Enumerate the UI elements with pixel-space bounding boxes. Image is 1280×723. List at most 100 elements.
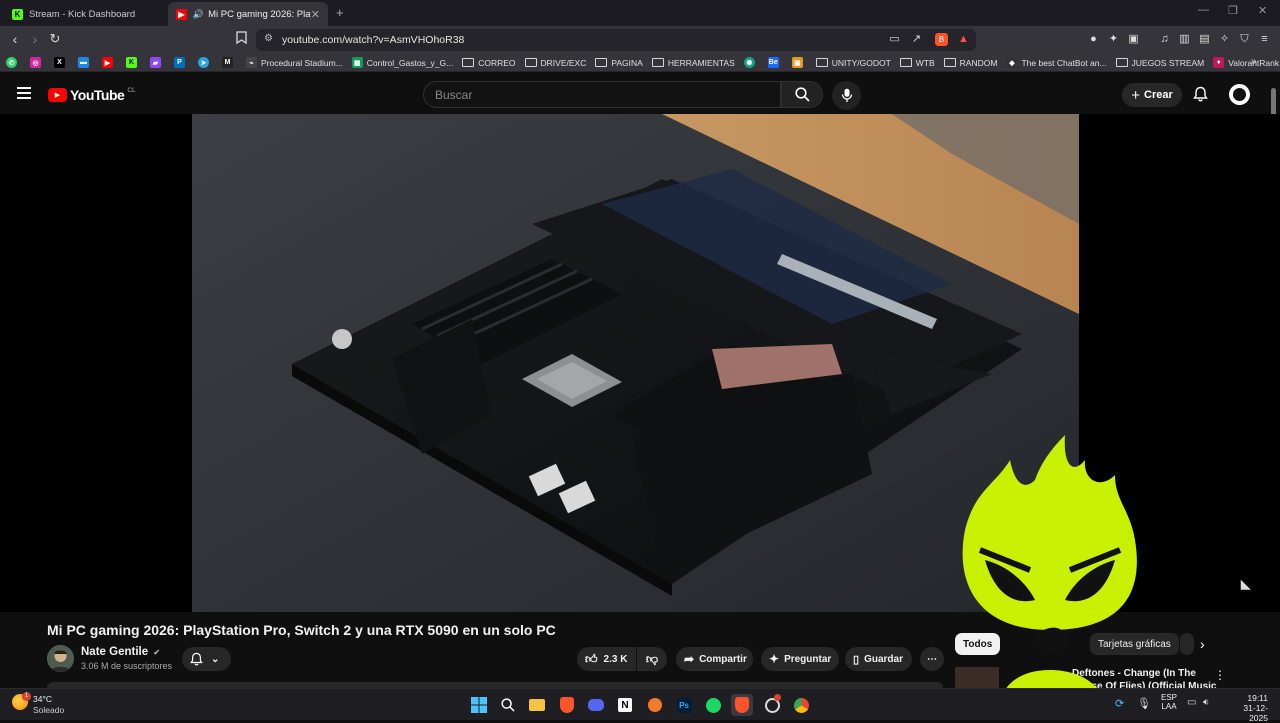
share-icon[interactable]: ↗	[910, 33, 923, 46]
notifications-button[interactable]	[1193, 86, 1208, 107]
address-bar[interactable]: ⚙ youtube.com/watch?v=AsmVHOhoR38	[256, 29, 976, 51]
sidebar-icon[interactable]: ▥	[1178, 33, 1191, 46]
tab-label: Mi PC gaming 2026: PlayStati	[208, 8, 311, 20]
maximize-button[interactable]: ❐	[1228, 4, 1238, 17]
photoshop-icon[interactable]: Ps	[673, 694, 695, 716]
youtube-bookmark-icon[interactable]: ▶	[102, 57, 117, 68]
share-button[interactable]: ➦ Compartir	[676, 647, 753, 671]
obs-icon[interactable]	[761, 694, 783, 716]
tab-youtube-video[interactable]: ▶ 🔊 Mi PC gaming 2026: PlayStati ✕	[168, 2, 328, 26]
kick-bookmark-icon[interactable]: K	[126, 57, 141, 68]
bookmark-valorantrank[interactable]: ♦ValorantRank.Chat	[1213, 57, 1280, 68]
bookmark-random[interactable]: RANDOM	[943, 58, 997, 68]
video-frame[interactable]	[192, 114, 1079, 612]
more-actions-button[interactable]: ⋯	[920, 647, 944, 671]
box-icon[interactable]: ▣	[791, 57, 807, 68]
gmail-icon[interactable]: M	[222, 57, 237, 68]
chatgpt-bookmark-icon[interactable]: ✺	[743, 57, 759, 68]
bookmark-correo[interactable]: CORREO	[462, 58, 516, 68]
menu-icon[interactable]: ≡	[1258, 33, 1271, 46]
brave-active-icon[interactable]	[731, 694, 753, 716]
close-window-button[interactable]: ✕	[1258, 4, 1267, 17]
screenshot-icon[interactable]: ▣	[1127, 33, 1140, 46]
spotify-icon[interactable]	[702, 694, 724, 716]
x-icon[interactable]: X	[54, 57, 69, 68]
wallet-icon[interactable]: ▤	[1198, 33, 1211, 46]
procedural-icon: ⌁	[246, 57, 257, 68]
region-code: CL	[127, 86, 136, 94]
create-button[interactable]: + Crear	[1122, 83, 1182, 107]
weather-temperature[interactable]: 34°C	[33, 694, 52, 704]
mail-icon[interactable]: ▬	[78, 57, 93, 68]
search-input[interactable]: Buscar	[423, 81, 781, 108]
bookmark-procedural-stadium[interactable]: ⌁ Procedural Stadium...	[246, 57, 343, 68]
blender-icon[interactable]	[644, 694, 666, 716]
brave-shields-icon[interactable]: B	[935, 33, 948, 46]
forward-button[interactable]: ›	[26, 31, 44, 47]
language-indicator[interactable]: ESP LAA	[1161, 693, 1177, 711]
voice-search-button[interactable]	[832, 81, 861, 110]
media-icon[interactable]: ♫	[1158, 33, 1171, 46]
bookmark-unity-godot[interactable]: UNITY/GODOT	[815, 58, 891, 68]
windows-start-icon[interactable]	[468, 694, 490, 716]
minimize-button[interactable]: —	[1198, 4, 1209, 16]
channel-avatar[interactable]	[47, 645, 74, 672]
folder-icon	[1115, 58, 1128, 67]
vpn-icon[interactable]: ⛉	[1238, 33, 1251, 46]
telegram-icon[interactable]: ➤	[198, 57, 213, 68]
more-bookmarks-icon[interactable]: »	[1251, 56, 1257, 67]
whatsapp-icon[interactable]: ✆	[6, 57, 21, 68]
chip-overflow[interactable]	[1180, 633, 1194, 655]
like-button[interactable]: 👍︎ 2.3 K	[577, 647, 636, 671]
extensions-puzzle-icon[interactable]: ✦	[1107, 33, 1120, 46]
discord-icon[interactable]	[585, 694, 607, 716]
brave-rewards-icon[interactable]: ▲	[957, 33, 970, 46]
close-icon[interactable]: ✕	[311, 8, 320, 21]
back-button[interactable]: ‹	[6, 31, 24, 47]
bookmark-pagina[interactable]: PAGINA	[595, 58, 643, 68]
dislike-button[interactable]: 👎︎	[637, 647, 667, 671]
network-icon[interactable]: ▭	[1187, 697, 1196, 708]
leo-ai-icon[interactable]: ✧	[1218, 33, 1231, 46]
new-tab-button[interactable]: +	[336, 5, 344, 20]
extension-icon[interactable]: ●	[1087, 33, 1100, 46]
channel-watermark-icon[interactable]: ◣	[1241, 577, 1250, 591]
related-menu-icon[interactable]: ⋮	[1214, 668, 1226, 682]
brave-browser-icon[interactable]	[556, 694, 578, 716]
sync-icon[interactable]: ⟳	[1115, 697, 1124, 710]
file-explorer-icon[interactable]	[526, 694, 548, 716]
paypal-icon[interactable]: P	[174, 57, 189, 68]
channel-name[interactable]: Nate Gentile ✔	[81, 646, 160, 658]
youtube-logo[interactable]: ▶ YouTube CL	[48, 87, 136, 103]
chevron-right-icon[interactable]: ›	[1200, 636, 1205, 652]
cast-icon[interactable]: ▭	[888, 33, 901, 46]
bookmark-icon[interactable]	[232, 31, 250, 47]
ask-button[interactable]: ✦ Preguntar	[761, 647, 839, 671]
bookmark-wtb[interactable]: WTB	[899, 58, 935, 68]
taskbar-search-icon[interactable]	[497, 694, 519, 716]
bookmark-juegos-stream[interactable]: JUEGOS STREAM	[1115, 58, 1204, 68]
hamburger-menu-icon[interactable]	[17, 87, 31, 99]
tab-kick-dashboard[interactable]: K Stream - Kick Dashboard	[4, 2, 166, 26]
twitch-icon[interactable]: ▰	[150, 57, 165, 68]
folder-icon	[815, 58, 828, 67]
account-avatar[interactable]	[1229, 84, 1250, 105]
search-button[interactable]	[781, 81, 823, 108]
plus-icon: +	[1131, 86, 1140, 104]
reload-button[interactable]: ↻	[46, 31, 64, 47]
bookmark-drive-exc[interactable]: DRIVE/EXC	[524, 58, 586, 68]
save-button[interactable]: ▯ Guardar	[845, 647, 912, 671]
subscription-bell-button[interactable]: ⌄	[182, 647, 231, 671]
navigation-bar: ‹ › ↻ ⚙ youtube.com/watch?v=AsmVHOhoR38 …	[0, 26, 1280, 54]
notion-icon[interactable]: N	[614, 694, 636, 716]
behance-icon[interactable]: Be	[767, 57, 783, 68]
bookmark-control-gastos[interactable]: ▦ Control_Gastos_y_G...	[351, 57, 453, 68]
volume-icon[interactable]: 🔉︎	[1203, 697, 1209, 708]
site-settings-icon[interactable]: ⚙	[264, 33, 273, 44]
chrome-icon[interactable]	[790, 694, 812, 716]
bookmark-chatbot[interactable]: ◆ The best ChatBot an...	[1006, 57, 1107, 68]
tray-microphone-icon[interactable]: 🎙︎	[1137, 697, 1151, 710]
bookmark-herramientas[interactable]: HERRAMIENTAS	[651, 58, 735, 68]
instagram-icon[interactable]: ◎	[30, 57, 45, 68]
system-clock[interactable]: 19:11 31-12-2025	[1226, 693, 1268, 723]
